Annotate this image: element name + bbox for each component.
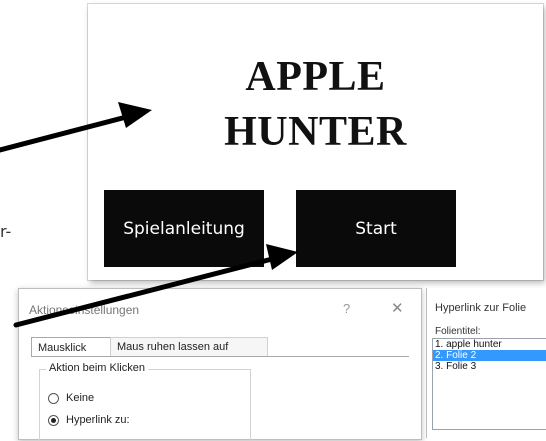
dialog-title: Aktionseinstellungen (29, 303, 140, 317)
slide-list-item-3[interactable]: 3. Folie 3 (433, 361, 546, 372)
start-button[interactable]: Start (296, 190, 456, 267)
spielanleitung-button[interactable]: Spielanleitung (104, 190, 264, 267)
slide-title-line2: HUNTER (224, 109, 407, 155)
group-label: Aktion beim Klicken (46, 362, 148, 374)
tab-maus-ruhen-lassen[interactable]: Maus ruhen lassen auf (110, 337, 268, 357)
option-keine[interactable]: Keine (48, 392, 94, 404)
hyperlink-to-slide-dialog: Hyperlink zur Folie Folientitel: 1. appl… (426, 288, 546, 438)
tab-mausklick[interactable]: Mausklick (31, 337, 111, 357)
radio-keine-icon[interactable] (48, 392, 59, 404)
radio-hyperlink-icon[interactable] (48, 414, 59, 426)
option-hyperlink-label: Hyperlink zu: (66, 414, 130, 426)
slide-titles-label: Folientitel: (435, 326, 481, 337)
option-hyperlink[interactable]: Hyperlink zu: (48, 414, 130, 426)
slide-list-item-1[interactable]: 1. apple hunter (433, 339, 546, 350)
help-icon[interactable]: ? (343, 301, 350, 316)
option-keine-label: Keine (66, 392, 95, 404)
close-icon[interactable]: ✕ (391, 299, 404, 317)
slide-list[interactable]: 1. apple hunter 2. Folie 2 3. Folie 3 (432, 338, 546, 430)
click-action-group: Aktion beim Klicken Keine Hyperlink zu: (39, 362, 251, 441)
slide-canvas: APPLE HUNTER Spielanleitung Start (88, 4, 543, 280)
tab-panel: Aktion beim Klicken Keine Hyperlink zu: (31, 356, 409, 441)
hyperlink-dialog-title: Hyperlink zur Folie (435, 302, 527, 314)
slide-list-item-2[interactable]: 2. Folie 2 (433, 350, 546, 361)
slide-title-line1: APPLE (245, 54, 386, 100)
action-settings-dialog: Aktionseinstellungen ? ✕ Mausklick Maus … (18, 288, 422, 441)
dialog-tabs: Mausklick Maus ruhen lassen auf (31, 337, 411, 357)
cropped-text-fragment: r- (0, 222, 12, 241)
